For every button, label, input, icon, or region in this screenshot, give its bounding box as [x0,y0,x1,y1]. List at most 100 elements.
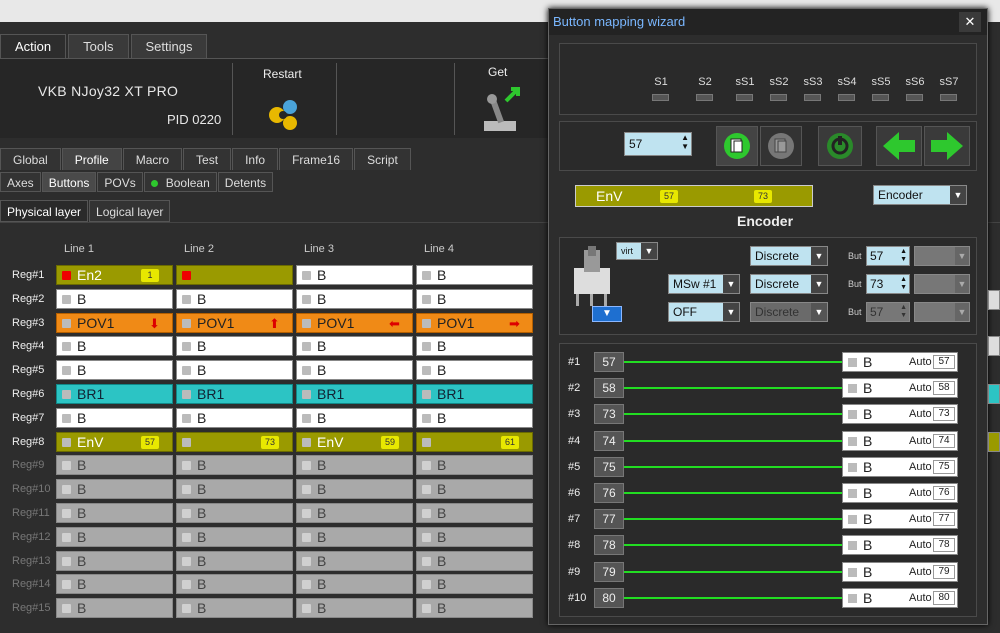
button-number-input[interactable]: 57 ▲ ▼ [866,302,910,322]
target-button-cell[interactable]: B Auto 80 [842,587,958,608]
button-cell[interactable]: B [416,551,533,571]
close-button[interactable]: ✕ [959,12,981,32]
target-button-cell[interactable]: B Auto 78 [842,535,958,556]
menu-tab-settings[interactable]: Settings [130,34,208,58]
reset-button[interactable] [818,126,862,166]
button-cell[interactable]: B [56,479,173,499]
button-cell[interactable] [176,265,293,285]
button-cell[interactable]: B [56,289,173,309]
previous-button[interactable] [876,126,922,166]
target-button-number[interactable]: 80 [933,590,955,605]
button-cell[interactable]: B [176,551,293,571]
button-cell[interactable]: B [56,574,173,594]
button-cell[interactable]: EnV 57 [56,432,173,452]
button-cell[interactable]: B [56,360,173,380]
button-cell[interactable]: B [416,360,533,380]
tab-buttons[interactable]: Buttons [41,172,97,192]
button-cell[interactable]: B [176,574,293,594]
button-cell[interactable]: BR1 [56,384,173,404]
button-cell[interactable]: B [296,527,413,547]
discrete-mode-select[interactable]: Discrete ▼ [750,302,828,322]
button-cell[interactable]: B [56,408,173,428]
mode-switch-select[interactable]: MSw #1 ▼ [668,274,740,294]
button-cell[interactable]: B [296,551,413,571]
button-cell[interactable]: B [416,527,533,547]
tab-global[interactable]: Global [0,148,61,170]
button-cell[interactable]: 73 [176,432,293,452]
tab-axes[interactable]: Axes [0,172,41,192]
button-cell[interactable]: B [416,455,533,475]
tab-frame16[interactable]: Frame16 [279,148,354,170]
copy-button[interactable] [716,126,758,166]
button-cell[interactable]: BR1 [296,384,413,404]
tab-script[interactable]: Script [354,148,411,170]
button-cell[interactable]: B [296,265,413,285]
button-cell[interactable]: B [176,479,293,499]
button-cell[interactable]: B [176,336,293,356]
button-cell[interactable]: POV1 ⬅ [296,313,413,333]
button-cell[interactable]: B [416,289,533,309]
tab-povs[interactable]: POVs [97,172,143,192]
target-button-number[interactable]: 57 [933,355,955,369]
discrete-mode-select[interactable]: Discrete ▼ [750,246,828,266]
target-button-number[interactable]: 79 [933,564,955,579]
button-cell[interactable]: B [296,455,413,475]
button-cell[interactable]: B [296,503,413,523]
button-cell[interactable]: B [296,336,413,356]
target-button-number[interactable]: 75 [933,459,955,474]
button-number-input[interactable]: 73 ▲ ▼ [866,274,910,294]
tab-profile[interactable]: Profile [61,148,122,170]
button-number-input[interactable]: 57 ▲ ▼ [866,246,910,266]
button-cell[interactable]: B [56,336,173,356]
target-button-number[interactable]: 58 [933,381,955,396]
button-cell[interactable]: B [416,574,533,594]
button-cell[interactable]: B [416,479,533,499]
tab-info[interactable]: Info [232,148,279,170]
tab-physical-layer[interactable]: Physical layer [0,200,89,222]
spinner-arrows-icon[interactable]: ▲ ▼ [900,304,907,320]
tab-macro[interactable]: Macro [122,148,183,170]
button-cell[interactable]: BR1 [416,384,533,404]
target-button-cell[interactable]: B Auto 79 [842,561,958,582]
button-cell[interactable]: B [296,598,413,618]
button-cell[interactable]: POV1 ➡ [416,313,533,333]
button-cell[interactable]: 61 [416,432,533,452]
virt-select[interactable]: virt ▼ [616,242,658,260]
target-button-cell[interactable]: B Auto 73 [842,404,958,425]
button-cell[interactable]: B [296,479,413,499]
spinner-arrows-icon[interactable]: ▲ ▼ [900,276,907,292]
button-cell[interactable]: B [296,408,413,428]
button-cell[interactable]: B [296,360,413,380]
tab-boolean[interactable]: Boolean [143,172,217,192]
button-cell[interactable]: POV1 ⬆ [176,313,293,333]
paste-button[interactable] [760,126,802,166]
discrete-mode-select[interactable]: Discrete ▼ [750,274,828,294]
button-cell[interactable]: B [416,408,533,428]
button-cell[interactable]: B [56,455,173,475]
mode-switch-select[interactable]: OFF ▼ [668,302,740,322]
button-cell[interactable]: B [176,527,293,547]
target-button-number[interactable]: 78 [933,538,955,553]
spinner-arrows-icon[interactable]: ▲ ▼ [900,248,907,264]
get-joystick-icon[interactable] [478,85,524,135]
button-cell[interactable]: B [176,360,293,380]
target-button-cell[interactable]: B Auto 76 [842,483,958,503]
target-button-cell[interactable]: B Auto 57 [842,352,958,372]
target-button-cell[interactable]: B Auto 77 [842,509,958,530]
button-cell[interactable]: BR1 [176,384,293,404]
button-cell[interactable]: B [176,408,293,428]
button-number-spinner[interactable]: 57 ▲ ▼ [624,132,692,156]
tab-detents[interactable]: Detents [217,172,274,192]
button-cell[interactable]: EnV 59 [296,432,413,452]
button-cell[interactable]: En2 1 [56,265,173,285]
button-cell[interactable]: B [176,598,293,618]
button-cell[interactable]: POV1 ⬇ [56,313,173,333]
target-button-number[interactable]: 73 [933,407,955,422]
target-button-number[interactable]: 74 [933,433,955,448]
button-cell[interactable]: B [56,551,173,571]
button-cell[interactable]: B [176,455,293,475]
encoder-type-select[interactable]: Encoder ▼ [873,185,967,205]
button-cell[interactable]: B [56,598,173,618]
target-button-cell[interactable]: B Auto 74 [842,430,958,451]
expand-button[interactable]: ▼ [592,306,622,322]
